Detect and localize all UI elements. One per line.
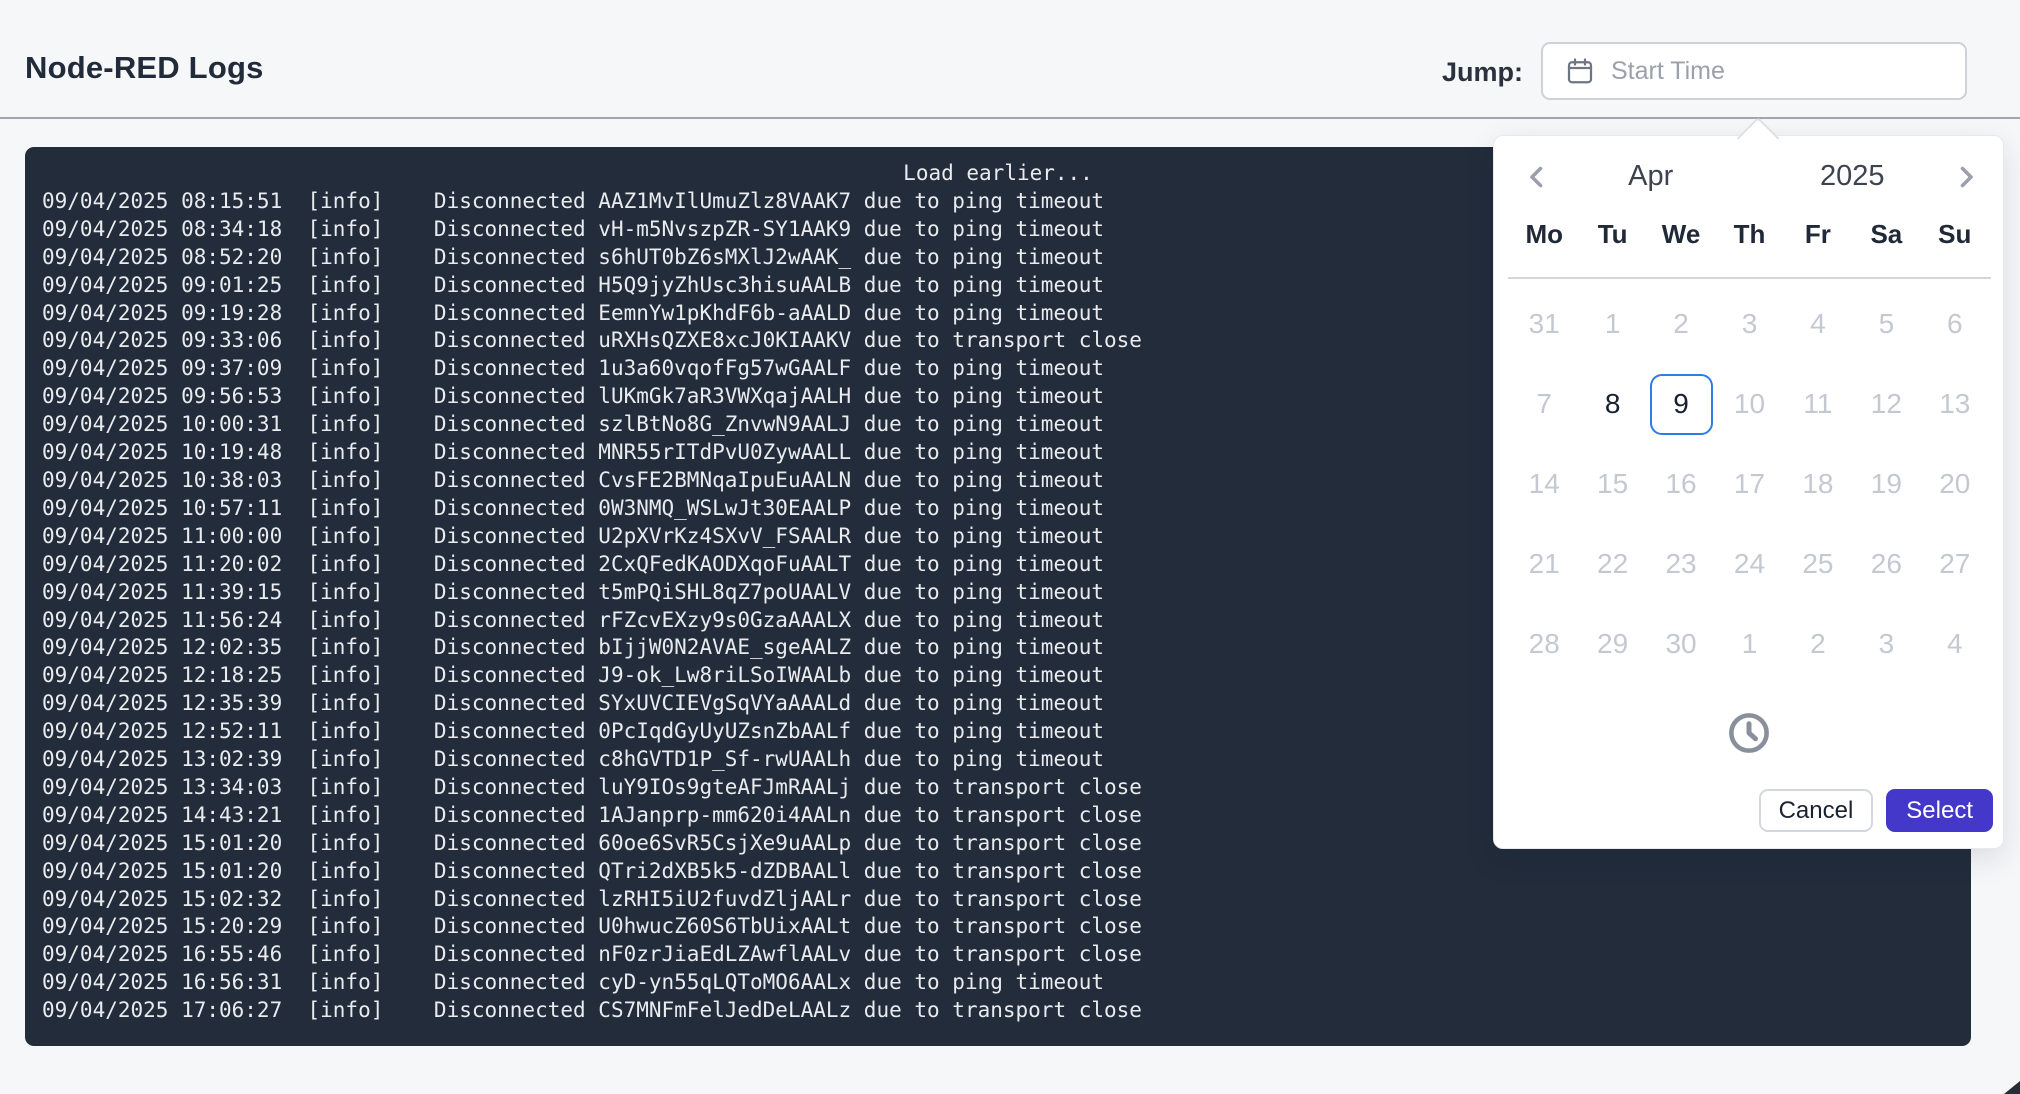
month-selector[interactable]: Apr	[1550, 160, 1752, 193]
start-time-placeholder: Start Time	[1611, 57, 1725, 86]
weekday-label: Tu	[1578, 219, 1646, 250]
date-cell: 14	[1510, 444, 1578, 524]
log-line: 09/04/2025 17:06:27 [info] Disconnected …	[42, 997, 1971, 1025]
date-cell: 7	[1510, 364, 1578, 444]
jump-label: Jump:	[1433, 57, 1523, 88]
date-cell: 17	[1715, 444, 1783, 524]
weekday-label: Fr	[1784, 219, 1852, 250]
log-line: 09/04/2025 15:01:20 [info] Disconnected …	[42, 858, 1971, 886]
date-cell: 18	[1784, 444, 1852, 524]
date-cell: 2	[1647, 284, 1715, 364]
date-cell: 4	[1784, 284, 1852, 364]
date-cell[interactable]: 8	[1578, 364, 1646, 444]
date-cell: 3	[1852, 604, 1920, 684]
date-cell: 25	[1784, 524, 1852, 604]
start-time-input[interactable]: Start Time	[1541, 42, 1967, 100]
date-cell: 27	[1921, 524, 1989, 604]
date-cell: 29	[1578, 604, 1646, 684]
log-line: 09/04/2025 16:56:31 [info] Disconnected …	[42, 969, 1971, 997]
weekday-label: Su	[1921, 219, 1989, 250]
weekday-row: MoTuWeThFrSaSu	[1494, 219, 2003, 250]
weekday-label: Th	[1715, 219, 1783, 250]
calendar-icon	[1565, 56, 1595, 86]
date-cell: 30	[1647, 604, 1715, 684]
date-cell: 3	[1715, 284, 1783, 364]
cancel-button[interactable]: Cancel	[1759, 789, 1874, 832]
cursor	[2004, 1081, 2020, 1094]
log-line: 09/04/2025 16:55:46 [info] Disconnected …	[42, 941, 1971, 969]
date-cell: 6	[1921, 284, 1989, 364]
date-cell: 4	[1921, 604, 1989, 684]
weekday-label: Mo	[1510, 219, 1578, 250]
date-cell: 24	[1715, 524, 1783, 604]
date-grid: 3112345678910111213141516171819202122232…	[1494, 284, 2003, 684]
page-title: Node-RED Logs	[25, 50, 264, 86]
weekday-label: Sa	[1852, 219, 1920, 250]
select-button[interactable]: Select	[1886, 789, 1993, 832]
date-cell: 13	[1921, 364, 1989, 444]
date-cell: 26	[1852, 524, 1920, 604]
date-cell: 16	[1647, 444, 1715, 524]
date-cell: 1	[1715, 604, 1783, 684]
year-selector[interactable]: 2025	[1752, 160, 1954, 193]
date-cell: 23	[1647, 524, 1715, 604]
log-line: 09/04/2025 15:02:32 [info] Disconnected …	[42, 886, 1971, 914]
weekday-label: We	[1647, 219, 1715, 250]
date-cell: 5	[1852, 284, 1920, 364]
datepicker-popup: Apr 2025 MoTuWeThFrSaSu 3112345678910111…	[1493, 135, 2004, 849]
date-cell: 1	[1578, 284, 1646, 364]
date-cell: 20	[1921, 444, 1989, 524]
date-cell: 21	[1510, 524, 1578, 604]
date-cell: 31	[1510, 284, 1578, 364]
date-cell: 2	[1784, 604, 1852, 684]
date-cell-selected[interactable]: 9	[1647, 364, 1715, 444]
date-cell: 12	[1852, 364, 1920, 444]
chevron-right-icon[interactable]	[1953, 164, 1979, 190]
chevron-left-icon[interactable]	[1524, 164, 1550, 190]
clock-icon[interactable]	[1726, 710, 1772, 756]
header-divider	[0, 117, 2020, 119]
date-cell: 19	[1852, 444, 1920, 524]
date-cell: 15	[1578, 444, 1646, 524]
date-cell: 28	[1510, 604, 1578, 684]
date-cell: 10	[1715, 364, 1783, 444]
log-line: 09/04/2025 15:20:29 [info] Disconnected …	[42, 913, 1971, 941]
date-cell: 22	[1578, 524, 1646, 604]
date-cell: 11	[1784, 364, 1852, 444]
calendar-divider	[1508, 277, 1991, 279]
